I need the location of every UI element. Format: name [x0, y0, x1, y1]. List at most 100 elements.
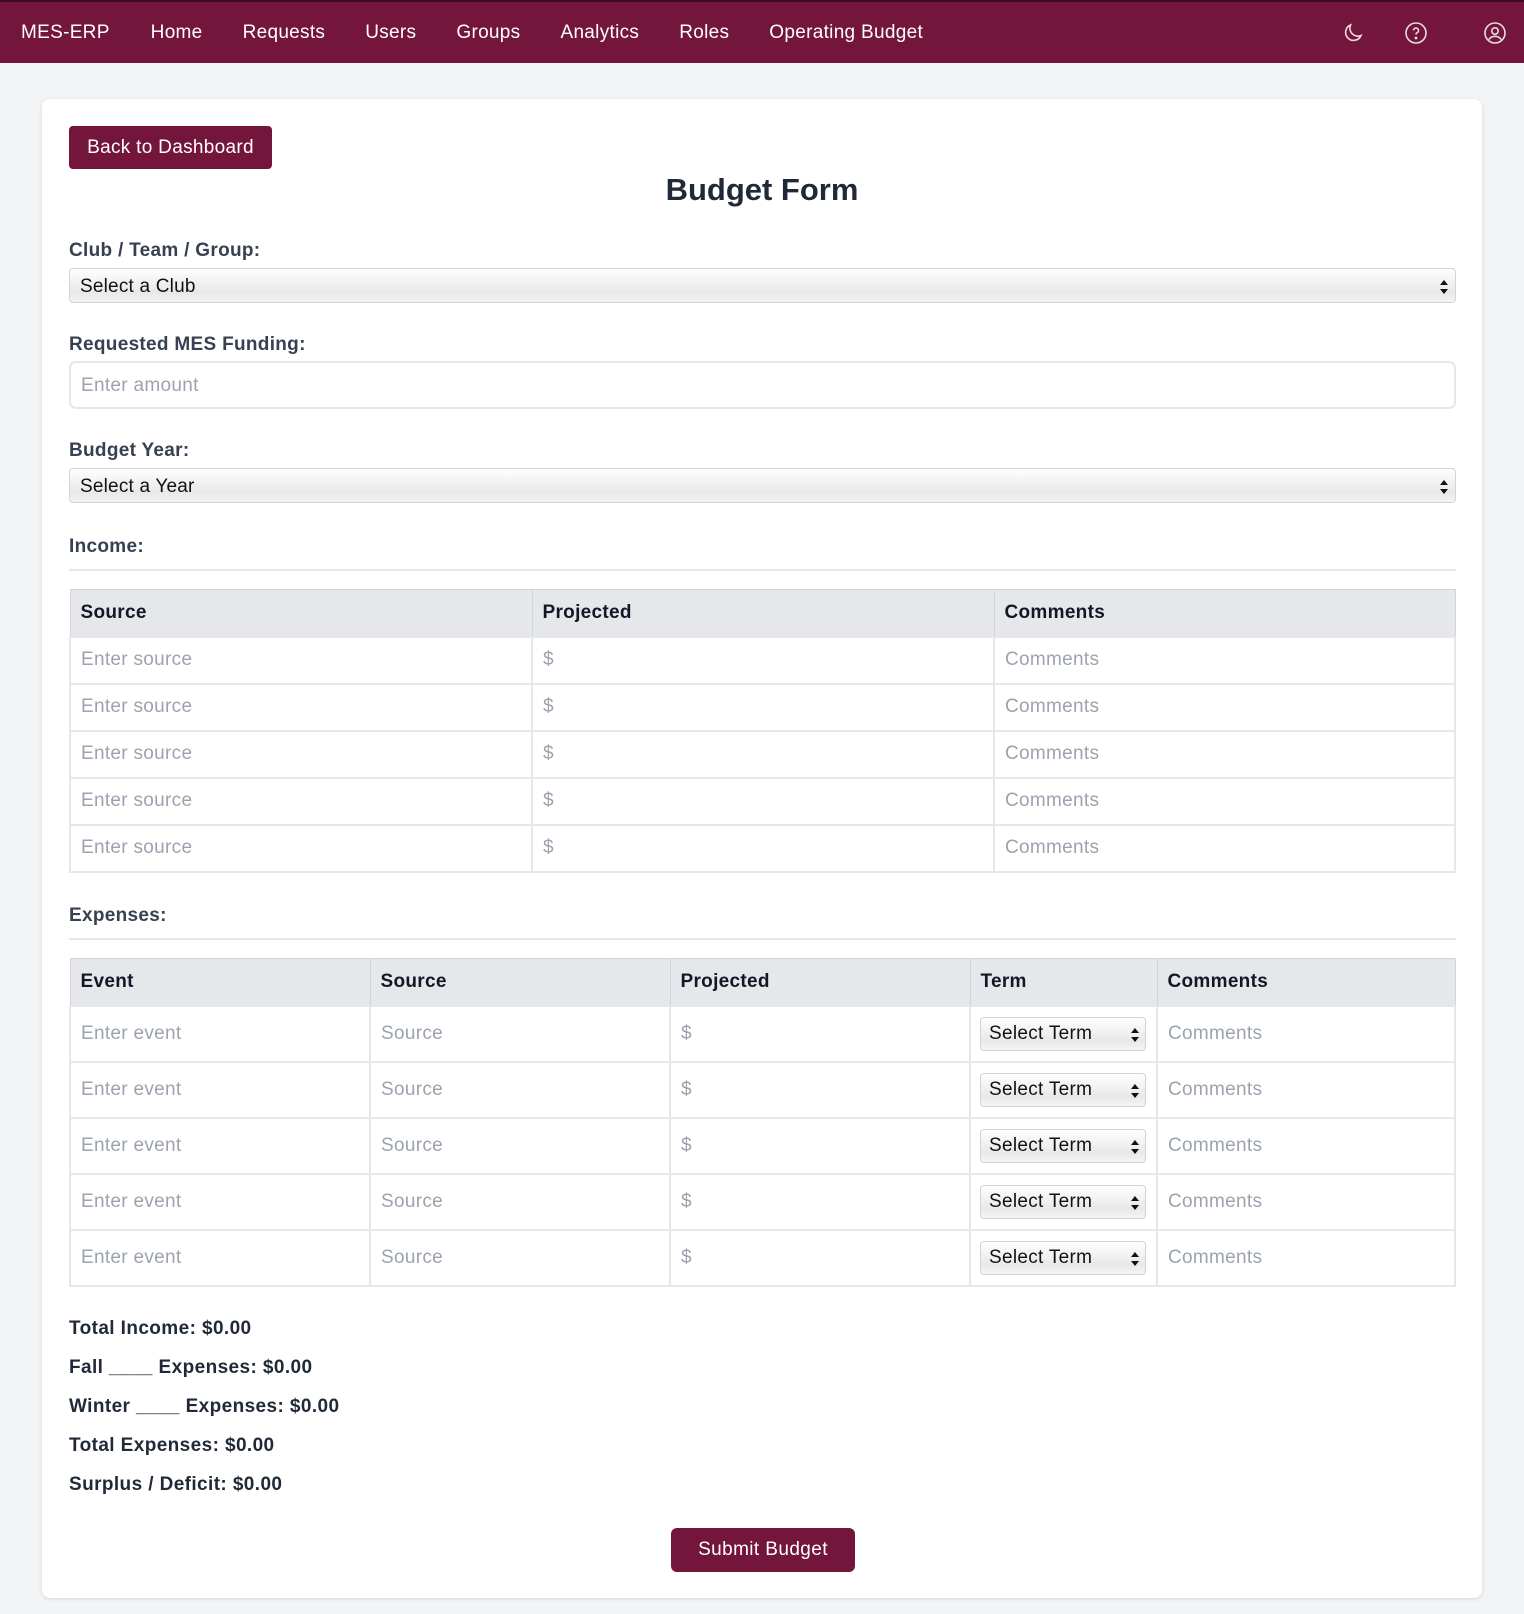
table-row: Enter source $ Comments	[69, 776, 1456, 826]
select-arrows-icon	[1131, 1251, 1139, 1266]
brand-logo[interactable]: MES-ERP	[21, 22, 110, 44]
expense-event-input[interactable]: Enter event	[69, 1004, 371, 1063]
expense-comments-input[interactable]: Comments	[1156, 1116, 1456, 1175]
income-source-input[interactable]: Enter source	[69, 823, 533, 873]
expenses-col-projected: Projected	[669, 958, 971, 1006]
expense-comments-input[interactable]: Comments	[1156, 1004, 1456, 1063]
income-source-input[interactable]: Enter source	[69, 635, 533, 685]
term-select-value: Select Term	[989, 1078, 1093, 1100]
income-col-projected: Projected	[531, 589, 995, 637]
club-select-value: Select a Club	[80, 276, 196, 297]
expenses-col-source: Source	[369, 958, 671, 1006]
expenses-col-comments: Comments	[1156, 958, 1456, 1006]
nav-users[interactable]: Users	[365, 22, 416, 44]
funding-placeholder: Enter amount	[81, 375, 199, 396]
select-arrows-icon	[1440, 480, 1448, 494]
term-select[interactable]: Select Term	[980, 1016, 1146, 1051]
income-source-input[interactable]: Enter source	[69, 729, 533, 779]
club-label: Club / Team / Group:	[69, 240, 261, 261]
income-source-input[interactable]: Enter source	[69, 682, 533, 732]
back-to-dashboard-button[interactable]: Back to Dashboard	[69, 126, 272, 169]
expense-projected-input[interactable]: $	[669, 1116, 971, 1175]
expense-projected-input[interactable]: $	[669, 1228, 971, 1287]
expenses-col-event: Event	[69, 958, 371, 1006]
top-navbar: MES-ERP Home Requests Users Groups Analy…	[0, 0, 1524, 63]
income-col-source: Source	[69, 589, 533, 637]
income-comments-input[interactable]: Comments	[993, 682, 1456, 732]
funding-label: Requested MES Funding:	[69, 334, 306, 355]
expenses-divider	[69, 938, 1456, 940]
expense-source-input[interactable]: Source	[369, 1228, 671, 1287]
table-row: Enter source $ Comments	[69, 635, 1456, 685]
winter-expenses: Winter ____ Expenses: $0.00	[69, 1396, 340, 1417]
term-select[interactable]: Select Term	[980, 1128, 1146, 1163]
expense-source-input[interactable]: Source	[369, 1060, 671, 1119]
term-select-value: Select Term	[989, 1190, 1093, 1212]
expense-event-input[interactable]: Enter event	[69, 1172, 371, 1231]
table-row: Enter event Source $ Select Term Comment…	[69, 1116, 1456, 1175]
expense-comments-input[interactable]: Comments	[1156, 1172, 1456, 1231]
expense-projected-input[interactable]: $	[669, 1004, 971, 1063]
expense-comments-input[interactable]: Comments	[1156, 1060, 1456, 1119]
expense-projected-input[interactable]: $	[669, 1172, 971, 1231]
surplus-deficit: Surplus / Deficit: $0.00	[69, 1474, 283, 1495]
moon-icon[interactable]	[1340, 20, 1366, 46]
expense-event-input[interactable]: Enter event	[69, 1228, 371, 1287]
budget-year-value: Select a Year	[80, 476, 195, 497]
nav-requests[interactable]: Requests	[243, 22, 326, 44]
income-comments-input[interactable]: Comments	[993, 776, 1456, 826]
nav-home[interactable]: Home	[151, 22, 203, 44]
expense-term-cell: Select Term	[969, 1004, 1158, 1063]
table-row: Enter source $ Comments	[69, 682, 1456, 732]
nav-groups[interactable]: Groups	[456, 22, 520, 44]
income-projected-input[interactable]: $	[531, 729, 995, 779]
funding-input[interactable]: Enter amount	[69, 361, 1456, 409]
expense-projected-input[interactable]: $	[669, 1060, 971, 1119]
expense-term-cell: Select Term	[969, 1060, 1158, 1119]
income-projected-input[interactable]: $	[531, 776, 995, 826]
page-title: Budget Form	[665, 172, 859, 207]
select-arrows-icon	[1131, 1027, 1139, 1042]
expense-source-input[interactable]: Source	[369, 1172, 671, 1231]
term-select[interactable]: Select Term	[980, 1240, 1146, 1275]
user-circle-icon[interactable]	[1482, 20, 1508, 46]
select-arrows-icon	[1440, 280, 1448, 294]
term-select[interactable]: Select Term	[980, 1184, 1146, 1219]
expenses-table: Event Source Projected Term Comments Ent…	[69, 958, 1456, 1287]
income-projected-input[interactable]: $	[531, 682, 995, 732]
help-circle-icon[interactable]	[1403, 20, 1429, 46]
income-comments-input[interactable]: Comments	[993, 729, 1456, 779]
income-projected-input[interactable]: $	[531, 823, 995, 873]
table-row: Enter event Source $ Select Term Comment…	[69, 1228, 1456, 1287]
income-heading: Income:	[69, 536, 144, 557]
nav-operating-budget[interactable]: Operating Budget	[769, 22, 923, 44]
expense-term-cell: Select Term	[969, 1228, 1158, 1287]
nav-roles[interactable]: Roles	[679, 22, 729, 44]
expense-event-input[interactable]: Enter event	[69, 1060, 371, 1119]
select-arrows-icon	[1131, 1139, 1139, 1154]
income-comments-input[interactable]: Comments	[993, 823, 1456, 873]
submit-budget-button[interactable]: Submit Budget	[671, 1528, 855, 1572]
income-comments-input[interactable]: Comments	[993, 635, 1456, 685]
fall-expenses: Fall ____ Expenses: $0.00	[69, 1357, 313, 1378]
budget-year-select[interactable]: Select a Year	[69, 468, 1456, 503]
expense-comments-input[interactable]: Comments	[1156, 1228, 1456, 1287]
expense-event-input[interactable]: Enter event	[69, 1116, 371, 1175]
expense-source-input[interactable]: Source	[369, 1116, 671, 1175]
expense-term-cell: Select Term	[969, 1116, 1158, 1175]
nav-analytics[interactable]: Analytics	[560, 22, 639, 44]
term-select-value: Select Term	[989, 1022, 1093, 1044]
income-table: Source Projected Comments Enter source $…	[69, 589, 1456, 873]
expense-term-cell: Select Term	[969, 1172, 1158, 1231]
total-income: Total Income: $0.00	[69, 1318, 252, 1339]
club-select[interactable]: Select a Club	[69, 268, 1456, 303]
income-projected-input[interactable]: $	[531, 635, 995, 685]
income-source-input[interactable]: Enter source	[69, 776, 533, 826]
expenses-col-term: Term	[969, 958, 1158, 1006]
table-row: Enter event Source $ Select Term Comment…	[69, 1004, 1456, 1063]
expense-source-input[interactable]: Source	[369, 1004, 671, 1063]
budget-year-label: Budget Year:	[69, 440, 190, 461]
term-select[interactable]: Select Term	[980, 1072, 1146, 1107]
term-select-value: Select Term	[989, 1134, 1093, 1156]
table-row: Enter event Source $ Select Term Comment…	[69, 1060, 1456, 1119]
